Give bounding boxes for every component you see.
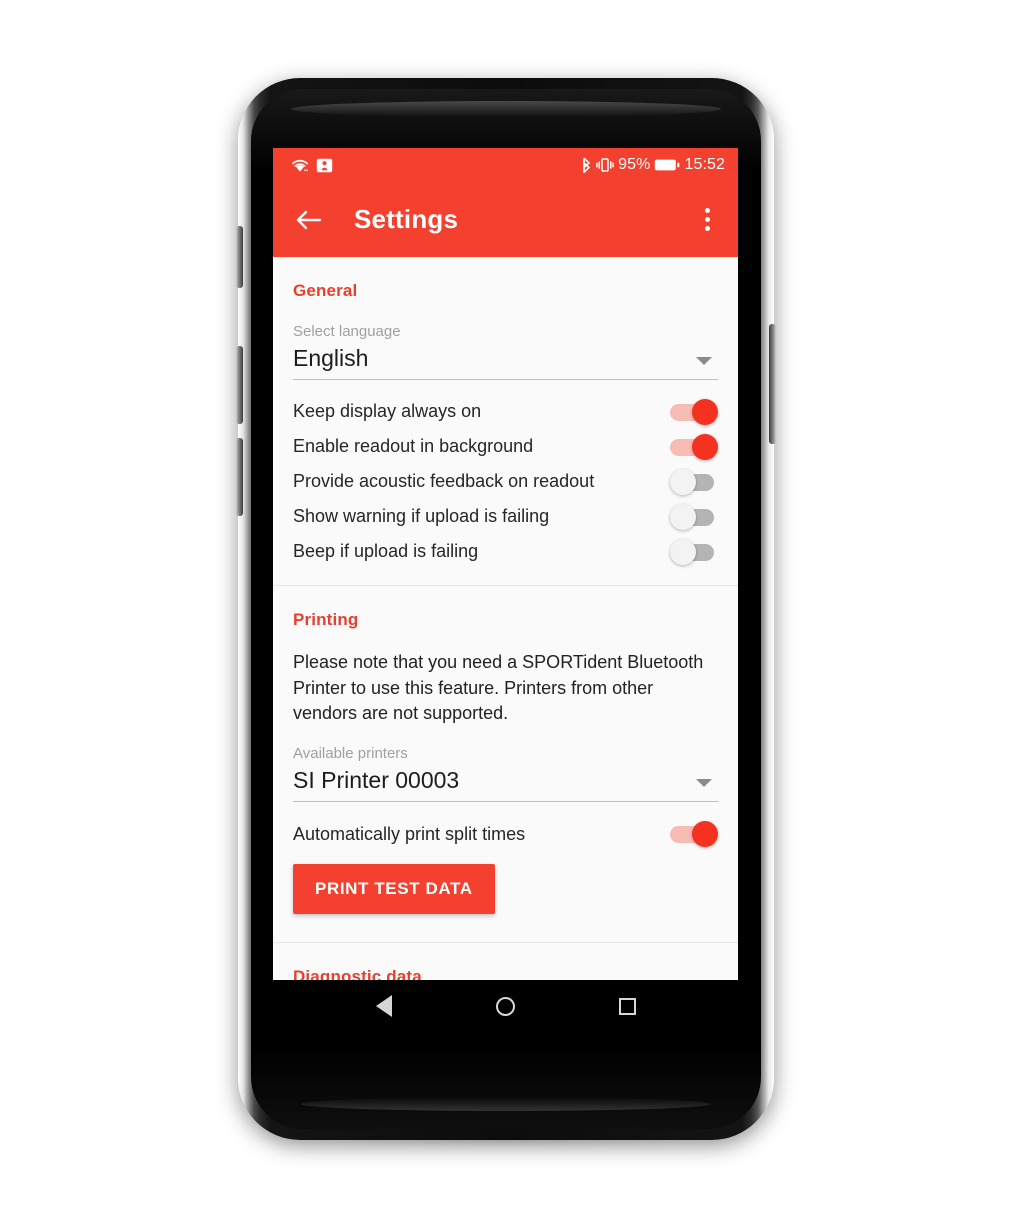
toggle-show-upload-warning[interactable] bbox=[670, 503, 718, 530]
setting-row-auto-print-split-times[interactable]: Automatically print split times bbox=[293, 810, 718, 858]
select-language-label: Select language bbox=[293, 323, 401, 340]
battery-icon bbox=[655, 159, 680, 171]
setting-label: Beep if upload is failing bbox=[293, 541, 479, 561]
toggle-thumb bbox=[692, 398, 718, 425]
android-navigation-bar bbox=[273, 980, 738, 1032]
general-toggle-list: Keep display always on Enable readout in… bbox=[293, 380, 718, 577]
nav-recents-icon[interactable] bbox=[611, 989, 645, 1023]
status-bar-left-icons bbox=[291, 158, 333, 173]
toggle-thumb bbox=[692, 433, 718, 460]
sim-tray-button[interactable] bbox=[236, 226, 243, 288]
setting-label: Provide acoustic feedback on readout bbox=[293, 471, 595, 491]
section-header-printing: Printing bbox=[293, 610, 359, 629]
toggle-thumb bbox=[670, 538, 696, 565]
setting-row-beep-upload-failing[interactable]: Beep if upload is failing bbox=[293, 534, 718, 569]
toggle-beep-upload-failing[interactable] bbox=[670, 538, 718, 565]
toggle-acoustic-feedback[interactable] bbox=[670, 468, 718, 495]
toggle-keep-display-on[interactable] bbox=[670, 398, 718, 425]
setting-label: Enable readout in background bbox=[293, 436, 534, 456]
app-bar: Settings bbox=[273, 182, 738, 257]
chevron-down-icon bbox=[696, 779, 712, 788]
language-dropdown-value: English bbox=[293, 345, 369, 371]
overflow-dot bbox=[704, 226, 710, 231]
nav-back-icon[interactable] bbox=[367, 989, 401, 1023]
vibrate-icon bbox=[596, 158, 614, 172]
settings-content: General Select language English Keep dis… bbox=[273, 257, 738, 1022]
status-bar-right-icons: 95% 15:52 bbox=[580, 156, 725, 174]
page-title: Settings bbox=[354, 204, 459, 234]
wifi-icon bbox=[292, 159, 308, 172]
setting-row-keep-display-on[interactable]: Keep display always on bbox=[293, 394, 718, 429]
toggle-thumb bbox=[692, 821, 718, 848]
phone-screen: 95% 15:52 Settings General Select langua… bbox=[273, 148, 738, 1032]
power-button[interactable] bbox=[769, 324, 776, 444]
setting-label: Keep display always on bbox=[293, 401, 482, 421]
screen-cast-icon bbox=[316, 158, 333, 172]
overflow-dot bbox=[704, 217, 710, 222]
phone-device: 95% 15:52 Settings General Select langua… bbox=[236, 78, 776, 1148]
setting-row-acoustic-feedback[interactable]: Provide acoustic feedback on readout bbox=[293, 464, 718, 499]
setting-row-show-upload-warning[interactable]: Show warning if upload is failing bbox=[293, 499, 718, 534]
toggle-thumb bbox=[670, 468, 696, 495]
bluetooth-icon bbox=[583, 157, 590, 173]
printer-dropdown[interactable]: SI Printer 00003 bbox=[293, 762, 718, 803]
status-bar: 95% 15:52 bbox=[273, 148, 738, 182]
setting-label: Automatically print split times bbox=[293, 823, 526, 844]
nav-home-icon[interactable] bbox=[489, 989, 523, 1023]
overflow-menu-icon[interactable] bbox=[690, 200, 724, 240]
volume-up-button[interactable] bbox=[236, 346, 243, 424]
status-bar-clock: 15:52 bbox=[684, 156, 725, 173]
setting-row-readout-background[interactable]: Enable readout in background bbox=[293, 429, 718, 464]
bezel-highlight-bottom bbox=[301, 1097, 711, 1111]
print-test-data-button[interactable]: PRINT TEST DATA bbox=[293, 864, 495, 915]
battery-percent-label: 95% bbox=[618, 156, 651, 173]
chevron-down-icon bbox=[696, 357, 712, 365]
volume-down-button[interactable] bbox=[236, 438, 243, 516]
toggle-auto-print-split-times[interactable] bbox=[670, 821, 718, 848]
section-general: General Select language English Keep dis… bbox=[273, 257, 738, 577]
bezel-highlight-top bbox=[291, 101, 721, 117]
printer-dropdown-value: SI Printer 00003 bbox=[293, 767, 460, 794]
setting-label: Show warning if upload is failing bbox=[293, 506, 550, 526]
section-printing: Printing Please note that you need a SPO… bbox=[273, 586, 738, 935]
toggle-readout-background[interactable] bbox=[670, 433, 718, 460]
available-printers-label: Available printers bbox=[293, 745, 408, 763]
printing-note: Please note that you need a SPORTident B… bbox=[293, 652, 704, 724]
language-dropdown[interactable]: English bbox=[293, 340, 718, 380]
back-arrow-icon[interactable] bbox=[291, 202, 327, 238]
section-header-general: General bbox=[293, 281, 358, 300]
toggle-thumb bbox=[670, 503, 696, 530]
overflow-dot bbox=[704, 208, 710, 213]
